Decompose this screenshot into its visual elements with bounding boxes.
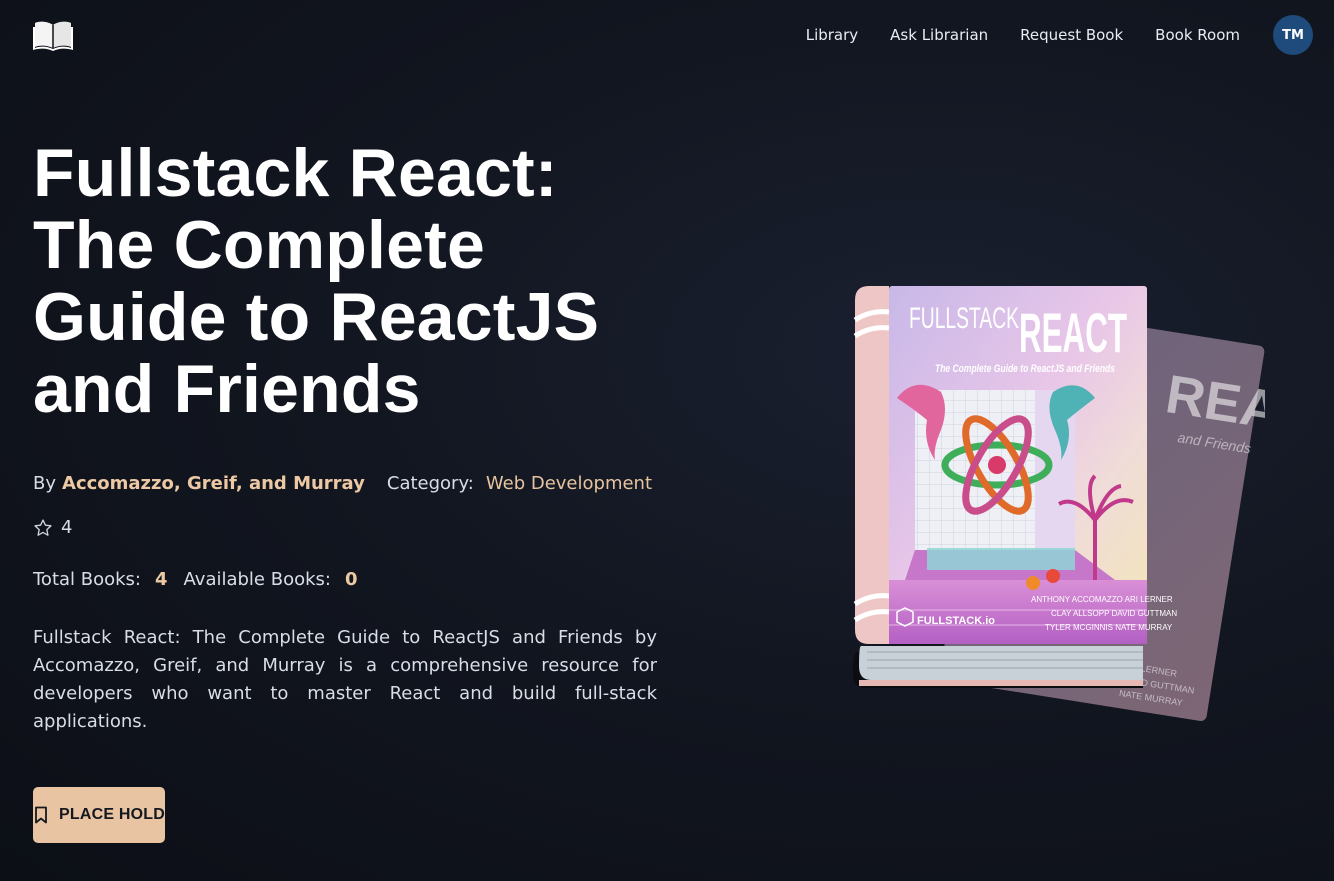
total-books-value: 4 [155, 569, 168, 590]
star-outline-icon [34, 518, 52, 536]
place-hold-button[interactable]: PLACE HOLD [33, 787, 165, 843]
book-cover-illustration: REACT and Friends ARI LERNER DAVID GUTTM… [853, 286, 1265, 721]
top-nav: Library Ask Librarian Request Book Book … [806, 24, 1240, 46]
book-counts: Total Books: 4 Available Books: 0 [33, 569, 366, 590]
nav-ask-librarian-link[interactable]: Ask Librarian [890, 24, 988, 46]
category-label: Category: [386, 473, 474, 494]
book-category[interactable]: Web Development [486, 473, 652, 494]
cover-title-left: FULLSTACK [909, 302, 1019, 335]
nav-library-link[interactable]: Library [806, 24, 858, 46]
nav-request-book-link[interactable]: Request Book [1020, 24, 1123, 46]
by-label: By [33, 473, 57, 494]
book-title: Fullstack React: The Complete Guide to R… [33, 135, 600, 427]
cover-subtitle: The Complete Guide to ReactJS and Friend… [935, 363, 1115, 375]
page: Library Ask Librarian Request Book Book … [0, 0, 1334, 881]
book-rating: 4 [33, 517, 72, 538]
book-authors: Accomazzo, Greif, and Murray [62, 473, 365, 494]
bookmark-icon [35, 806, 47, 824]
place-hold-label: PLACE HOLD [59, 806, 165, 823]
book-meta: By Accomazzo, Greif, and Murray Category… [33, 473, 652, 494]
open-book-icon[interactable] [33, 19, 73, 51]
total-books-label: Total Books: [33, 569, 141, 590]
user-avatar[interactable]: TM [1273, 15, 1313, 55]
cover-authors-line-3: TYLER MCGINNIS NATE MURRAY [1045, 623, 1173, 632]
cover-publisher: FULLSTACK.io [917, 615, 995, 627]
cover-authors-line-1: ANTHONY ACCOMAZZO ARI LERNER [1031, 595, 1173, 604]
rating-value: 4 [61, 517, 73, 538]
cover-authors-line-2: CLAY ALLSOPP DAVID GUTTMAN [1051, 609, 1177, 618]
book-description: Fullstack React: The Complete Guide to R… [33, 627, 657, 732]
available-books-value: 0 [344, 569, 358, 590]
cover-title-right: REACT [1019, 301, 1127, 364]
nav-book-room-link[interactable]: Book Room [1155, 24, 1240, 46]
available-books-label: Available Books: [183, 569, 331, 590]
